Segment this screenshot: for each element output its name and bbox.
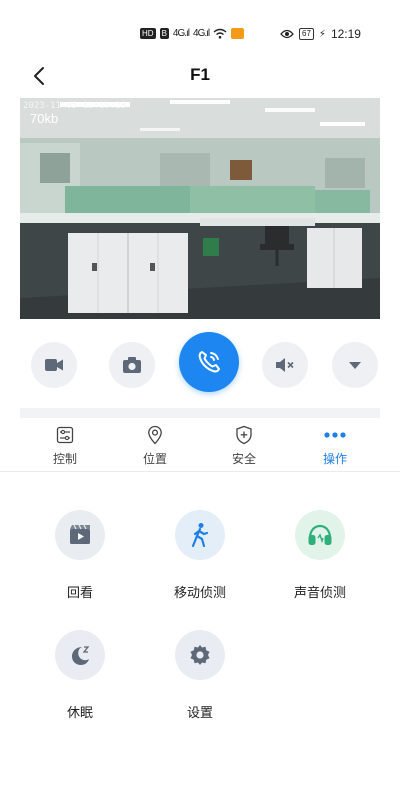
call-button[interactable] bbox=[179, 332, 239, 392]
snapshot-button[interactable] bbox=[109, 342, 155, 388]
video-timestamp: 2023-11-05 12:19:23 bbox=[23, 101, 126, 111]
feature-label: 设置 bbox=[186, 705, 213, 720]
header: F1 bbox=[0, 56, 400, 96]
motion-icon-wrap bbox=[175, 510, 225, 560]
page-title: F1 bbox=[190, 65, 210, 84]
feature-playback[interactable]: 回看 bbox=[25, 510, 135, 601]
battery-indicator: 67 bbox=[299, 28, 314, 40]
sleep-icon-wrap bbox=[55, 630, 105, 680]
shield-icon bbox=[236, 425, 252, 445]
walking-person-icon bbox=[191, 523, 209, 548]
feature-motion-detection[interactable]: 移动侦测 bbox=[145, 510, 255, 601]
feature-label: 休眠 bbox=[66, 705, 93, 720]
more-dots-icon bbox=[324, 432, 346, 438]
location-pin-icon bbox=[148, 425, 162, 445]
tab-control[interactable]: 控制 bbox=[30, 424, 100, 470]
tab-label: 位置 bbox=[142, 452, 167, 466]
gear-icon bbox=[190, 645, 210, 665]
moon-sleep-icon bbox=[72, 646, 90, 665]
hd-badge: HD bbox=[140, 28, 156, 39]
eye-icon bbox=[280, 29, 294, 39]
more-controls-button[interactable] bbox=[332, 342, 378, 388]
feature-label: 回看 bbox=[66, 585, 93, 600]
tab-location[interactable]: 位置 bbox=[120, 424, 190, 470]
mute-button[interactable] bbox=[262, 342, 308, 388]
tab-operation[interactable]: 操作 bbox=[300, 424, 370, 470]
feature-sound-detection[interactable]: 声音侦测 bbox=[265, 510, 375, 601]
video-bitrate: 70kb bbox=[30, 111, 59, 126]
camera-icon bbox=[123, 357, 141, 373]
section-divider bbox=[20, 408, 380, 418]
video-camera-icon bbox=[45, 359, 63, 371]
status-time: 12:19 bbox=[330, 27, 361, 41]
feature-label: 声音侦测 bbox=[293, 585, 346, 600]
status-bar: HD B 4G.ıl 4G.ıl 67 ⚡ 12:19 bbox=[0, 0, 400, 52]
tab-label: 控制 bbox=[52, 452, 77, 466]
nfc-icon: B bbox=[159, 28, 169, 39]
phone-icon bbox=[198, 351, 220, 373]
settings-icon-wrap bbox=[175, 630, 225, 680]
tab-label: 安全 bbox=[231, 452, 256, 466]
feature-label: 移动侦测 bbox=[173, 585, 226, 600]
wifi-icon bbox=[213, 28, 227, 39]
charging-icon: ⚡ bbox=[318, 28, 326, 40]
status-icons-right: 67 ⚡ 12:19 bbox=[280, 27, 361, 41]
camera-feed-image bbox=[20, 98, 380, 319]
tab-label: 操作 bbox=[322, 452, 347, 466]
message-app-icon bbox=[231, 28, 245, 39]
feature-sleep[interactable]: 休眠 bbox=[25, 630, 135, 721]
record-button[interactable] bbox=[31, 342, 77, 388]
playback-icon bbox=[70, 524, 90, 544]
signal-2: 4G.ıl bbox=[193, 28, 210, 39]
feature-settings[interactable]: 设置 bbox=[145, 630, 255, 721]
status-icons-left: HD B 4G.ıl 4G.ıl bbox=[140, 28, 245, 39]
tab-security[interactable]: 安全 bbox=[209, 424, 279, 470]
playback-icon-wrap bbox=[55, 510, 105, 560]
speaker-muted-icon bbox=[276, 358, 294, 372]
signal-1: 4G.ıl bbox=[172, 28, 190, 39]
camera-live-view[interactable]: 2023-11-05 12:19:23 70kb bbox=[20, 98, 380, 319]
function-tabs: 控制 位置 安全 操作 bbox=[0, 424, 400, 472]
headphones-icon bbox=[308, 524, 332, 545]
sound-icon-wrap bbox=[295, 510, 345, 560]
sliders-icon bbox=[56, 426, 74, 444]
caret-down-icon bbox=[349, 362, 361, 369]
camera-controls bbox=[0, 330, 400, 402]
